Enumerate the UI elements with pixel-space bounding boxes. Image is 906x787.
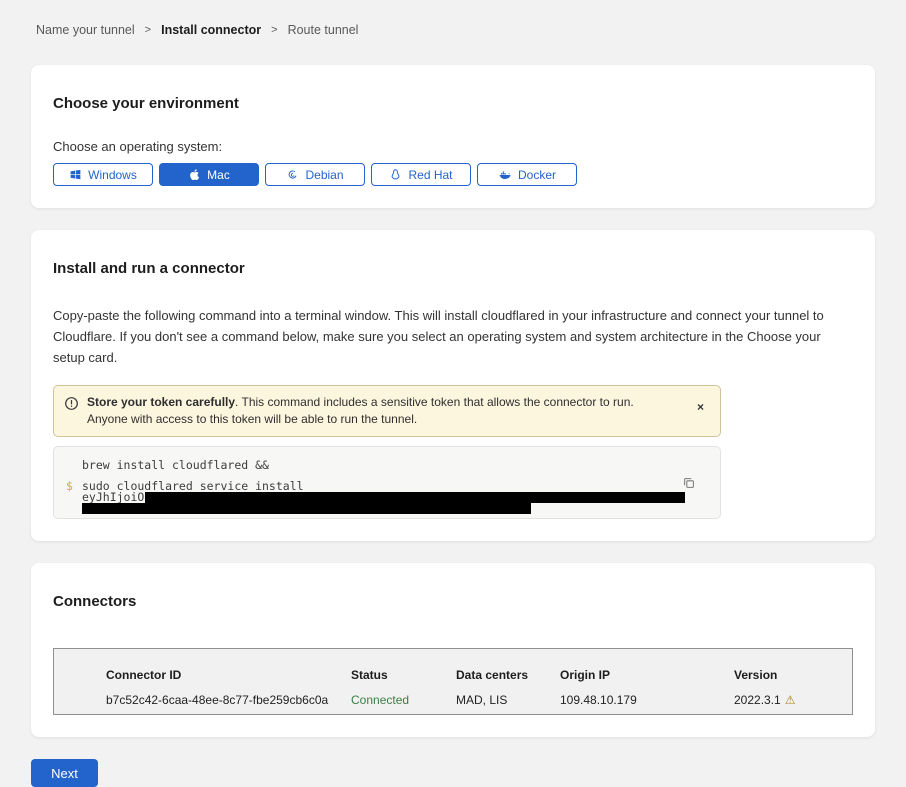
- redacted-token-bar: [82, 503, 531, 514]
- token-warning-banner: Store your token carefully. This command…: [53, 385, 721, 437]
- status-badge: Connected: [351, 693, 456, 707]
- warning-triangle-icon: ⚠: [785, 693, 796, 707]
- token-line: [82, 503, 720, 514]
- alert-circle-icon: [64, 396, 79, 416]
- os-button-debian[interactable]: Debian: [265, 163, 365, 186]
- windows-logo-icon: [69, 168, 82, 181]
- os-select-label: Choose an operating system:: [53, 139, 853, 154]
- table-row: b7c52c42-6caa-48ee-8c77-fbe259cb6c0a Con…: [106, 693, 852, 707]
- column-header-origin-ip: Origin IP: [560, 668, 734, 682]
- docker-whale-icon: [498, 168, 512, 181]
- os-button-group: Windows Mac Debian Red Hat Docker: [53, 163, 853, 186]
- version-value: 2022.3.1 ⚠: [734, 693, 852, 707]
- connectors-table: Connector ID Status Data centers Origin …: [53, 648, 853, 715]
- breadcrumb-separator: >: [145, 24, 151, 36]
- os-button-label: Red Hat: [408, 168, 452, 182]
- os-button-docker[interactable]: Docker: [477, 163, 577, 186]
- os-button-label: Debian: [305, 168, 343, 182]
- connector-id-value: b7c52c42-6caa-48ee-8c77-fbe259cb6c0a: [106, 693, 351, 707]
- linux-tux-icon: [389, 168, 402, 181]
- token-line: eyJhIjoiO: [82, 492, 720, 503]
- warning-bold-lead: Store your token carefully: [87, 395, 235, 409]
- os-button-label: Mac: [207, 168, 230, 182]
- card-title: Choose your environment: [53, 95, 853, 112]
- column-header-data-centers: Data centers: [456, 668, 560, 682]
- apple-logo-icon: [188, 168, 201, 181]
- os-button-label: Windows: [88, 168, 137, 182]
- next-button[interactable]: Next: [31, 759, 98, 787]
- origin-ip-value: 109.48.10.179: [560, 693, 734, 707]
- os-button-windows[interactable]: Windows: [53, 163, 153, 186]
- breadcrumb-step-install-connector[interactable]: Install connector: [161, 23, 261, 37]
- code-line-service-install: sudo cloudflared service install: [82, 480, 720, 492]
- column-header-version: Version: [734, 668, 852, 682]
- card-title: Install and run a connector: [53, 260, 853, 277]
- install-command-codeblock: $ brew install cloudflared && sudo cloud…: [53, 446, 721, 519]
- install-connector-card: Install and run a connector Copy-paste t…: [31, 230, 875, 541]
- card-title: Connectors: [53, 593, 853, 610]
- breadcrumb: Name your tunnel > Install connector > R…: [36, 23, 906, 37]
- copy-icon[interactable]: [680, 474, 698, 495]
- choose-environment-card: Choose your environment Choose an operat…: [31, 65, 875, 208]
- os-button-mac[interactable]: Mac: [159, 163, 259, 186]
- breadcrumb-separator: >: [271, 24, 277, 36]
- redacted-token-bar: [145, 492, 685, 503]
- breadcrumb-step-route-tunnel[interactable]: Route tunnel: [288, 23, 359, 37]
- shell-prompt: $: [66, 479, 73, 493]
- version-number: 2022.3.1: [734, 693, 781, 707]
- data-centers-value: MAD, LIS: [456, 693, 560, 707]
- column-header-connector-id: Connector ID: [106, 668, 351, 682]
- os-button-redhat[interactable]: Red Hat: [371, 163, 471, 186]
- token-prefix: eyJhIjoiO: [82, 492, 144, 503]
- connectors-card: Connectors Connector ID Status Data cent…: [31, 563, 875, 737]
- column-header-status: Status: [351, 668, 456, 682]
- breadcrumb-step-name-tunnel[interactable]: Name your tunnel: [36, 23, 135, 37]
- close-icon[interactable]: ×: [691, 394, 710, 420]
- debian-logo-icon: [286, 168, 299, 181]
- code-line-brew: brew install cloudflared &&: [82, 459, 720, 471]
- connector-description: Copy-paste the following command into a …: [53, 305, 849, 368]
- table-header-row: Connector ID Status Data centers Origin …: [106, 668, 852, 682]
- os-button-label: Docker: [518, 168, 556, 182]
- warning-text: Store your token carefully. This command…: [87, 394, 691, 428]
